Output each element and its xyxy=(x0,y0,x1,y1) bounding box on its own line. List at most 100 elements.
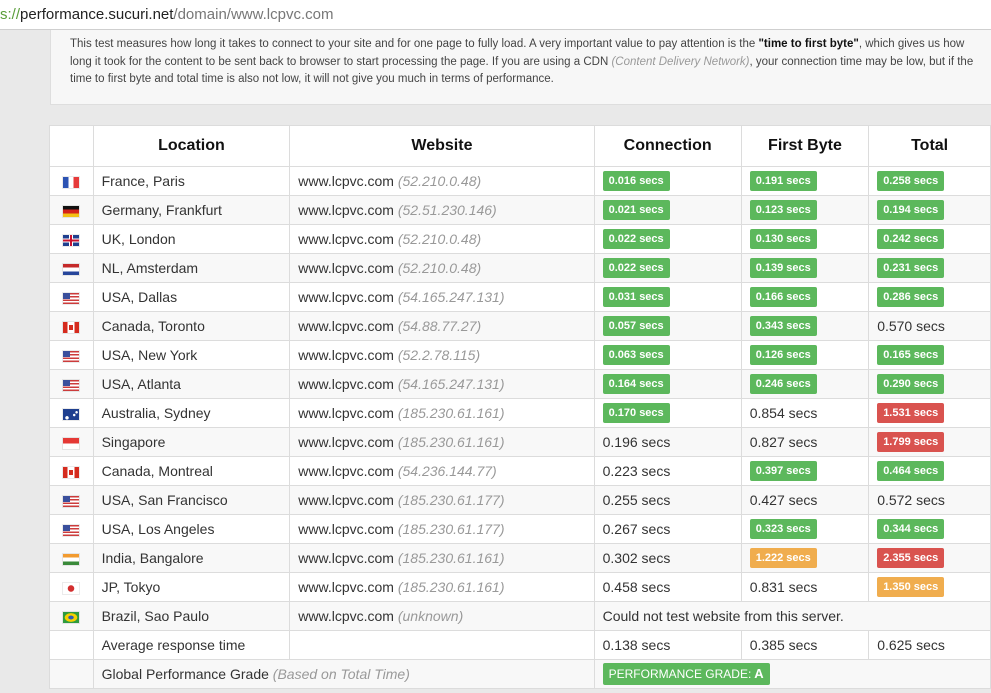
first-byte-value: 0.827 secs xyxy=(749,434,818,450)
website-ip: (54.165.247.131) xyxy=(397,376,505,392)
total-value: 0.194 secs xyxy=(877,200,945,220)
first-byte-value: 0.246 secs xyxy=(749,374,817,394)
website-name: www.lcpvc.com xyxy=(298,608,394,624)
first-byte-cell: 0.854 secs xyxy=(740,398,870,428)
total-value: 0.464 secs xyxy=(877,461,945,481)
table-row: Australia, Sydney www.lcpvc.com (185.230.… xyxy=(49,398,991,428)
website-name: www.lcpvc.com xyxy=(298,318,394,334)
location-cell: Brazil, Sao Paulo xyxy=(92,601,291,631)
total-cell: 0.242 secs xyxy=(868,224,991,254)
website-name: www.lcpvc.com xyxy=(298,405,394,421)
total-cell: 0.464 secs xyxy=(868,456,991,486)
table-row-failed: Brazil, Sao Paulo www.lcpvc.com (unknown… xyxy=(49,601,991,631)
website-ip: (54.236.144.77) xyxy=(397,463,497,479)
total-cell: 0.286 secs xyxy=(868,282,991,312)
total-value: 1.799 secs xyxy=(877,432,945,452)
connection-cell: 0.022 secs xyxy=(593,224,742,254)
test-description: This test measures how long it takes to … xyxy=(50,30,991,105)
website-ip: (185.230.61.161) xyxy=(397,405,505,421)
total-value: 1.531 secs xyxy=(877,403,945,423)
table-row: NL, Amsterdam www.lcpvc.com (52.210.0.48)… xyxy=(49,253,991,283)
total-cell: 0.572 secs xyxy=(868,485,991,515)
average-total: 0.625 secs xyxy=(868,630,991,660)
table-header-row: Location Website Connection First Byte T… xyxy=(49,125,991,167)
connection-cell: 0.170 secs xyxy=(593,398,742,428)
website-name: www.lcpvc.com xyxy=(298,550,394,566)
first-byte-value: 0.323 secs xyxy=(749,519,817,539)
first-byte-cell: 0.123 secs xyxy=(740,195,870,225)
average-connection: 0.138 secs xyxy=(593,630,742,660)
website-cell: www.lcpvc.com (54.165.247.131) xyxy=(289,369,595,399)
website-cell: www.lcpvc.com (185.230.61.161) xyxy=(289,398,595,428)
connection-cell: 0.255 secs xyxy=(593,485,742,515)
website-cell: www.lcpvc.com (54.88.77.27) xyxy=(289,311,595,341)
address-bar[interactable]: s://performance.sucuri.net/domain/www.lc… xyxy=(0,0,991,30)
total-value: 0.231 secs xyxy=(877,258,945,278)
website-ip: (52.2.78.115) xyxy=(397,347,481,363)
grade-label: Global Performance Grade xyxy=(101,666,269,682)
website-cell: www.lcpvc.com (54.165.247.131) xyxy=(289,282,595,312)
website-ip: (54.88.77.27) xyxy=(397,318,482,334)
total-value: 2.355 secs xyxy=(877,548,945,568)
connection-value: 0.022 secs xyxy=(602,229,670,249)
table-row: Germany, Frankfurt www.lcpvc.com (52.51.2… xyxy=(49,195,991,225)
connection-value: 0.057 secs xyxy=(602,316,670,336)
website-ip: (52.51.230.146) xyxy=(397,202,497,218)
website-cell: www.lcpvc.com (52.2.78.115) xyxy=(289,340,595,370)
empty-cell xyxy=(49,659,94,689)
total-value: 0.242 secs xyxy=(877,229,945,249)
description-text: This test measures how long it takes to … xyxy=(70,38,759,50)
url-path: /domain/www.lcpvc.com xyxy=(173,6,334,23)
brazil-flag-icon xyxy=(63,611,80,623)
first-byte-cell: 0.126 secs xyxy=(740,340,870,370)
connection-value: 0.223 secs xyxy=(602,463,671,479)
location-cell: USA, Los Angeles xyxy=(92,514,291,544)
germany-flag-icon xyxy=(63,205,80,217)
total-value: 0.570 secs xyxy=(877,318,945,334)
first-byte-cell: 0.191 secs xyxy=(740,166,870,196)
flag-cell xyxy=(49,340,94,370)
grade-row: Global Performance Grade (Based on Total… xyxy=(49,659,991,689)
canada-flag-icon xyxy=(63,321,80,333)
location-cell: USA, Atlanta xyxy=(92,369,291,399)
website-cell: www.lcpvc.com (54.236.144.77) xyxy=(289,456,595,486)
first-byte-cell: 0.827 secs xyxy=(740,427,870,457)
connection-cell: 0.267 secs xyxy=(593,514,742,544)
total-cell: 1.799 secs xyxy=(868,427,991,457)
total-cell: 0.290 secs xyxy=(868,369,991,399)
total-value: 0.572 secs xyxy=(877,492,945,508)
canada-flag-icon xyxy=(63,466,80,478)
table-row: Canada, Toronto www.lcpvc.com (54.88.77.2… xyxy=(49,311,991,341)
website-name: www.lcpvc.com xyxy=(298,463,394,479)
error-message: Could not test website from this server. xyxy=(593,601,991,631)
website-cell: www.lcpvc.com (185.230.61.177) xyxy=(289,514,595,544)
website-name: www.lcpvc.com xyxy=(298,231,394,247)
flag-cell xyxy=(49,543,94,573)
flag-cell xyxy=(49,224,94,254)
website-ip: (52.210.0.48) xyxy=(397,173,482,189)
flag-cell xyxy=(49,456,94,486)
website-column-header: Website xyxy=(289,125,595,167)
connection-value: 0.170 secs xyxy=(602,403,670,423)
grade-badge-value: A xyxy=(754,666,764,681)
website-name: www.lcpvc.com xyxy=(298,173,394,189)
connection-value: 0.021 secs xyxy=(602,200,670,220)
first-byte-cell: 0.397 secs xyxy=(740,456,870,486)
total-value: 0.286 secs xyxy=(877,287,945,307)
website-cell: www.lcpvc.com (unknown) xyxy=(289,601,595,631)
connection-value: 0.196 secs xyxy=(602,434,671,450)
connection-value: 0.016 secs xyxy=(602,171,670,191)
connection-value: 0.031 secs xyxy=(602,287,670,307)
first-byte-column-header: First Byte xyxy=(740,125,870,167)
results-table: Location Website Connection First Byte T… xyxy=(49,125,991,689)
table-row: UK, London www.lcpvc.com (52.210.0.48) 0.0… xyxy=(49,224,991,254)
cdn-note: (Content Delivery Network) xyxy=(611,55,750,68)
website-ip: (unknown) xyxy=(397,608,464,624)
flag-cell xyxy=(49,514,94,544)
connection-value: 0.458 secs xyxy=(602,579,671,595)
location-cell: France, Paris xyxy=(92,166,291,196)
empty-cell xyxy=(289,630,595,660)
grade-badge-cell: PERFORMANCE GRADE: A xyxy=(593,659,991,689)
location-cell: JP, Tokyo xyxy=(92,572,291,602)
connection-column-header: Connection xyxy=(593,125,742,167)
